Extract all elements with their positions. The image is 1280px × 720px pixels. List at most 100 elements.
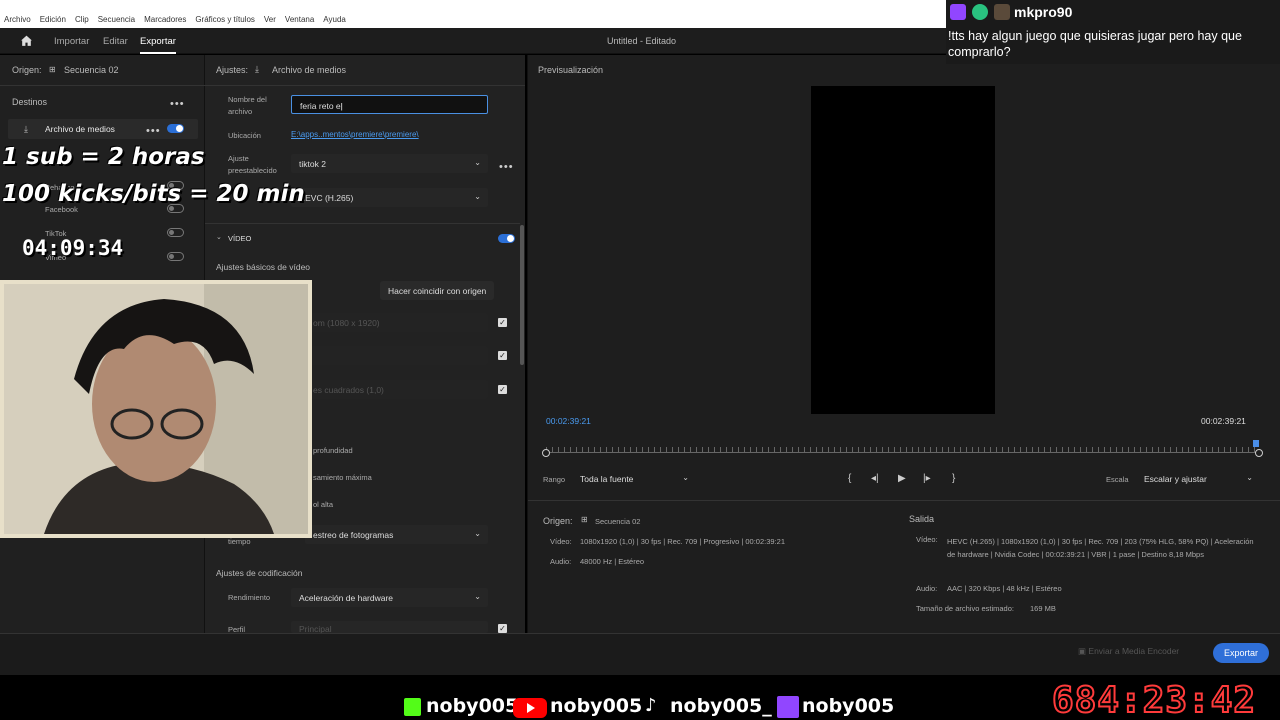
frame-sampling-select[interactable]: estreo de fotogramas ⌄ — [305, 525, 488, 544]
menu-ver[interactable]: Ver — [264, 15, 276, 24]
small-timer: 04:09:34 — [22, 236, 124, 260]
tab-exportar[interactable]: Exportar — [140, 36, 176, 54]
menu-ventana[interactable]: Ventana — [285, 15, 314, 24]
filename-value: feria reto e — [300, 101, 341, 111]
preset-more-icon[interactable]: ••• — [499, 162, 514, 173]
divider — [205, 223, 520, 224]
scale-label: Escala — [1106, 475, 1129, 484]
menu-clip[interactable]: Clip — [75, 15, 89, 24]
mark-in-icon[interactable]: { — [848, 473, 851, 484]
menu-secuencia[interactable]: Secuencia — [98, 15, 135, 24]
summary-audio-label: Audio: — [550, 557, 572, 566]
mark-out-icon[interactable]: } — [952, 473, 955, 484]
frame-size-select[interactable]: om (1080 x 1920) — [305, 313, 488, 332]
timeline-base — [546, 452, 1259, 453]
preview-label: Previsualización — [538, 65, 604, 75]
dest-media-toggle[interactable] — [167, 124, 184, 133]
dest-tiktok-toggle[interactable] — [167, 228, 184, 237]
time-label: tiempo — [228, 537, 251, 546]
chevron-down-icon: ⌄ — [474, 158, 481, 167]
play-icon[interactable]: ▶ — [898, 473, 906, 484]
summary-origin-label: Origen: — [543, 516, 573, 526]
depth-label: profundidad — [313, 446, 353, 455]
performance-select[interactable]: Aceleración de hardware ⌄ — [291, 588, 488, 607]
avatar — [994, 4, 1010, 20]
chat-username: mkpro90 — [1014, 4, 1073, 20]
settings-label: Ajustes: — [216, 65, 249, 75]
dest-vimeo-toggle[interactable] — [167, 252, 184, 261]
filename-input[interactable]: feria reto e| — [291, 95, 488, 114]
performance-label: Rendimiento — [228, 593, 271, 602]
profile-select[interactable]: Principal — [291, 621, 488, 634]
media-file-icon: ⤓ — [255, 64, 259, 74]
preview-frame — [811, 86, 995, 414]
frame-rate-checkbox[interactable]: ✓ — [498, 351, 507, 360]
frame-size-checkbox[interactable]: ✓ — [498, 318, 507, 327]
render-max-label: samiento máxima — [313, 473, 372, 482]
chat-overlay: mkpro90 !tts hay algun juego que quisier… — [946, 0, 1280, 64]
chevron-down-icon[interactable]: ⌄ — [216, 233, 222, 241]
file-size-label: Tamaño de archivo estimado: — [916, 604, 1014, 613]
send-to-media-encoder-button[interactable]: ▣ Enviar a Media Encoder — [1078, 646, 1179, 657]
frame-rate-select[interactable] — [305, 346, 488, 365]
video-toggle[interactable] — [498, 234, 515, 243]
preset-label-2: preestablecido — [228, 166, 277, 175]
range-value: Toda la fuente — [580, 474, 634, 484]
out-point-handle[interactable] — [1255, 449, 1263, 457]
range-label: Rango — [543, 475, 566, 484]
menu-ayuda[interactable]: Ayuda — [323, 15, 346, 24]
frame-size-value: om (1080 x 1920) — [313, 318, 380, 328]
social-twitch-handle: noby005 — [802, 695, 895, 717]
sequence-icon: ⊞ — [581, 515, 588, 524]
step-forward-icon[interactable]: |▸ — [923, 473, 931, 484]
dest-media-row[interactable]: ⤓ Archivo de medios ••• — [8, 119, 198, 139]
chevron-down-icon: ⌄ — [474, 192, 481, 201]
match-source-button[interactable]: Hacer coincidir con origen — [380, 281, 495, 300]
time-out: 00:02:39:21 — [1201, 416, 1246, 426]
divider — [0, 85, 205, 86]
home-icon[interactable] — [20, 34, 33, 47]
scale-value: Escalar y ajustar — [1144, 474, 1207, 484]
destinations-more-icon[interactable]: ••• — [170, 99, 185, 110]
menu-graficos[interactable]: Gráficos y títulos — [195, 15, 255, 24]
timeline-scrubber[interactable] — [542, 440, 1263, 457]
step-back-icon[interactable]: ◂| — [871, 473, 879, 484]
basic-video-label: Ajustes básicos de vídeo — [216, 262, 311, 272]
in-point-handle[interactable] — [542, 449, 550, 457]
chevron-down-icon: ⌄ — [1246, 473, 1253, 482]
settings-scrollbar[interactable] — [520, 225, 524, 365]
chevron-down-icon: ⌄ — [682, 473, 689, 482]
menu-archivo[interactable]: Archivo — [4, 15, 31, 24]
preset-select[interactable]: tiktok 2 ⌄ — [291, 154, 488, 173]
dest-media-label: Archivo de medios — [45, 124, 115, 134]
profile-checkbox[interactable]: ✓ — [498, 624, 507, 633]
download-icon: ⤓ — [24, 124, 28, 134]
menu-marcadores[interactable]: Marcadores — [144, 15, 186, 24]
tab-importar[interactable]: Importar — [54, 36, 89, 47]
file-size-value: 169 MB — [1030, 604, 1056, 613]
output-video-value: HEVC (H.265) | 1080x1920 (1,0) | 30 fps … — [947, 537, 1254, 559]
scale-select[interactable]: Escalar y ajustar ⌄ — [1136, 469, 1260, 488]
playhead[interactable] — [1253, 440, 1259, 447]
tiktok-icon: ♪ — [645, 695, 657, 716]
output-video-label: Vídeo: — [916, 535, 938, 544]
summary-video-label: Vídeo: — [550, 537, 572, 546]
tab-editar[interactable]: Editar — [103, 36, 128, 47]
location-link[interactable]: E:\apps..mentos\premiere\premiere\ — [291, 130, 419, 139]
menu-edicion[interactable]: Edición — [40, 15, 66, 24]
range-select[interactable]: Toda la fuente ⌄ — [572, 469, 696, 488]
chevron-down-icon: ⌄ — [474, 592, 481, 601]
pixel-aspect-checkbox[interactable]: ✓ — [498, 385, 507, 394]
format-value: HEVC (H.265) — [299, 193, 354, 203]
dest-media-more-icon[interactable]: ••• — [146, 126, 161, 137]
big-timer: 684:23:42 — [1051, 679, 1257, 720]
pixel-aspect-select[interactable]: es cuadrados (1,0) — [305, 380, 488, 399]
menu-items: Archivo Edición Clip Secuencia Marcadore… — [4, 15, 346, 24]
time-in: 00:02:39:21 — [546, 416, 591, 426]
media-encoder-label: Enviar a Media Encoder — [1088, 646, 1180, 656]
settings-value: Archivo de medios — [272, 65, 347, 75]
summary-origin-value: Secuencia 02 — [595, 517, 641, 526]
quality-label: ol alta — [313, 500, 334, 509]
export-button[interactable]: Exportar — [1213, 643, 1269, 663]
format-select[interactable]: HEVC (H.265) ⌄ — [291, 188, 488, 207]
